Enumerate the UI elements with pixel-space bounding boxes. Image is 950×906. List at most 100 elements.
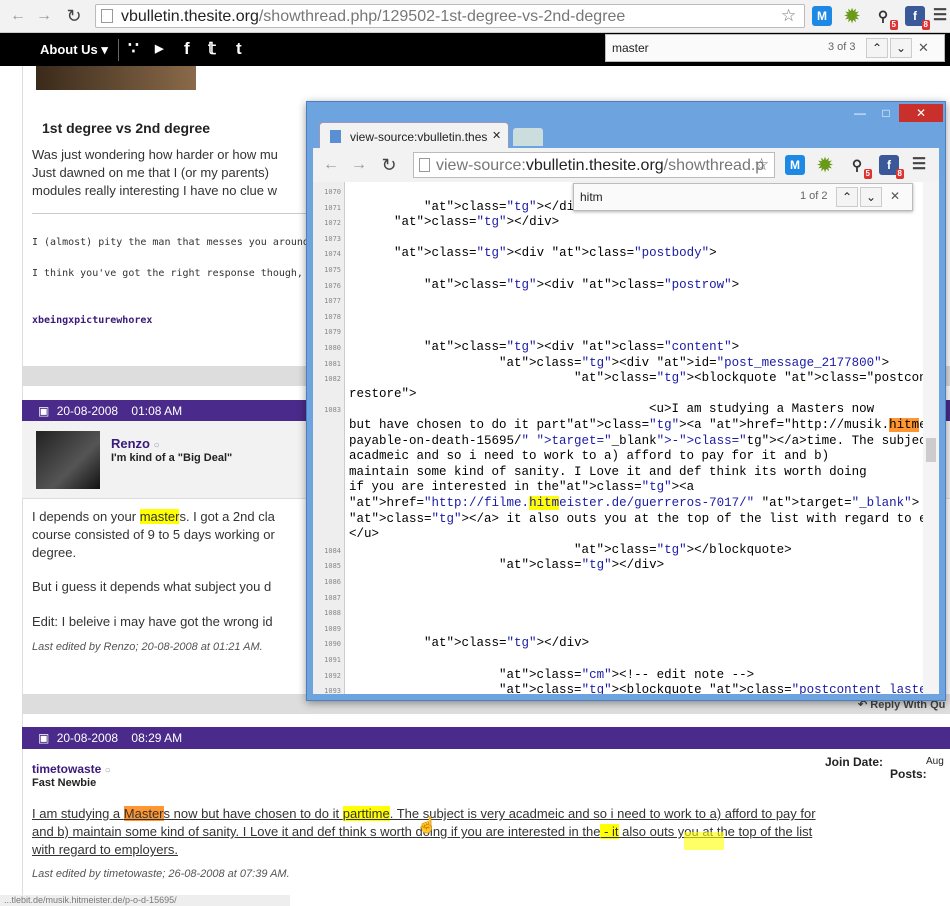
tab-view-source[interactable]: view-source:vbulletin.thes ✕ [319,122,509,150]
source-line: but have chosen to do it part"at">class=… [349,418,939,432]
maximize-icon[interactable]: □ [873,104,899,122]
avatar [36,431,100,489]
menu-icon[interactable]: ☰ [930,6,950,26]
find-input[interactable]: master [612,41,649,55]
post3-line-3[interactable]: with regard to employers. [32,841,178,859]
find-count: 3 of 3 [828,41,856,53]
op-line-3: modules really interesting I have no clu… [32,183,277,198]
source-line: "at">class="tg"><div "at">class="postrow… [424,277,740,292]
source-line: "at">class="tg"></div> [424,636,590,651]
op-line-2: Just dawned on me that I (or my parents) [32,165,269,180]
source-line: maintain some kind of sanity. I Love it … [349,464,867,479]
source-line: "at">class="tg"><blockquote "at">class="… [499,683,939,694]
facebook-icon[interactable]: f [184,39,190,59]
post2-line-5: Edit: I beleive i may have got the wrong… [32,614,273,629]
back-icon[interactable]: ← [321,155,341,175]
page-icon [419,158,430,172]
find-prev-button[interactable]: ⌃ [836,187,858,207]
facebook-extension-icon[interactable]: f8 [905,6,930,30]
header-banner [36,66,196,90]
line-number: 1089 [324,624,341,633]
tab-close-icon[interactable]: ✕ [492,129,501,142]
username[interactable]: Renzo ○ [111,436,160,451]
post2-line-3: degree. [32,545,77,560]
line-number: 1073 [324,234,341,243]
address-bar[interactable]: vbulletin.thesite.org/showthread.php/129… [95,4,805,28]
line-number: 1071 [324,203,341,212]
source-view: 1070 1071 "at">class="tg"></div> 1072 "at"… [313,182,939,694]
source-line: if you are interested in the"at">class="… [349,480,695,495]
m-extension-icon[interactable]: M [785,155,805,175]
menu-icon[interactable]: ☰ [909,155,929,175]
rss-icon[interactable]: ∵ [128,39,139,59]
key-extension-icon[interactable]: ⚲ 5 [847,155,872,179]
line-number: 1082 [324,375,341,384]
source-line: </u> [349,527,380,542]
source-line: acadmeic and so i need to work to a) aff… [349,449,830,464]
line-number: 1084 [324,546,341,555]
source-line: "at">href="http://filme.hitmeister.de/gu… [349,496,934,510]
close-window-icon[interactable]: ✕ [899,104,943,122]
scrollbar[interactable] [923,182,939,694]
gear-extension-icon[interactable]: ✹ [815,155,835,175]
facebook-extension-icon[interactable]: f8 [879,155,904,179]
forward-icon[interactable]: → [349,155,369,175]
reload-icon[interactable]: ↻ [64,6,84,26]
page-icon [330,130,341,143]
line-number: 1079 [324,328,341,337]
scrollbar-thumb[interactable] [926,438,936,462]
new-tab-button[interactable] [513,128,543,146]
about-us-link[interactable]: About Us ▾ [40,42,108,58]
forward-icon[interactable]: → [34,6,54,26]
gear-extension-icon[interactable]: ✹ [842,6,862,26]
view-source-window: — □ ✕ view-source:vbulletin.thes ✕ ← → ↻… [306,101,946,701]
join-date-label: Join Date: [825,755,884,769]
tumblr-icon[interactable]: t [236,39,242,59]
back-icon[interactable]: ← [8,6,28,26]
page-icon [101,9,113,23]
browser-toolbar: ← → ↻ vbulletin.thesite.org/showthread.p… [0,0,950,33]
source-line: "at">class="tg"><div "at">class="postbod… [394,246,717,261]
popup-find-bar: hitm 1 of 2 ⌃ ⌄ ✕ [573,183,913,211]
line-number: 1072 [324,219,341,228]
find-next-button[interactable]: ⌄ [860,187,882,207]
m-extension-icon[interactable]: M [812,6,832,26]
source-line: "at">class="tg"></div> [499,558,665,573]
line-number: 1088 [324,609,341,618]
minimize-icon[interactable]: — [847,104,873,122]
divider [32,213,312,214]
post2-line-1: I depends on your masters. I got a 2nd c… [32,509,275,524]
line-number: 1076 [324,281,341,290]
thread-title: 1st degree vs 2nd degree [42,120,211,136]
line-number: 1090 [324,640,341,649]
post2-line-4: But i guess it depends what subject you … [32,579,272,594]
divider [118,39,119,61]
line-number: 1077 [324,297,341,306]
line-number: 1093 [324,687,341,694]
source-line: "at">class="tg"></blockquote> [574,542,792,557]
star-icon[interactable]: ☆ [754,155,769,175]
twitter-icon[interactable]: 𝕥 [208,39,216,59]
youtube-icon[interactable]: ▶ [155,42,163,55]
popup-address-bar[interactable]: view-source:vbulletin.thesite.org/showth… [413,152,775,178]
line-number: 1085 [324,562,341,571]
username[interactable]: timetowaste ○ [32,762,111,776]
source-line: payable-on-death-15695/" ">target="_blan… [349,433,935,448]
find-prev-button[interactable]: ⌃ [866,38,888,58]
find-close-icon[interactable]: ✕ [890,189,900,203]
find-close-icon[interactable]: ✕ [918,40,929,56]
last-edited: Last edited by Renzo; 20-08-2008 at 01:2… [32,641,263,653]
line-number: 1080 [324,344,341,352]
post-time: 01:08 AM [131,404,183,418]
line-number: 1078 [324,312,341,321]
star-icon[interactable]: ☆ [781,6,796,26]
source-line: <u>I am studying a Masters now [349,402,875,417]
key-extension-icon[interactable]: ⚲ 5 [873,6,898,30]
last-edited: Last edited by timetowaste; 26-08-2008 a… [32,868,290,880]
post-date: 20-08-2008 [56,404,119,418]
find-next-button[interactable]: ⌄ [890,38,912,58]
find-input[interactable]: hitm [580,190,603,204]
offline-icon: ○ [153,440,160,451]
reload-icon[interactable]: ↻ [379,155,399,175]
post-icon: ▣ [38,731,50,745]
